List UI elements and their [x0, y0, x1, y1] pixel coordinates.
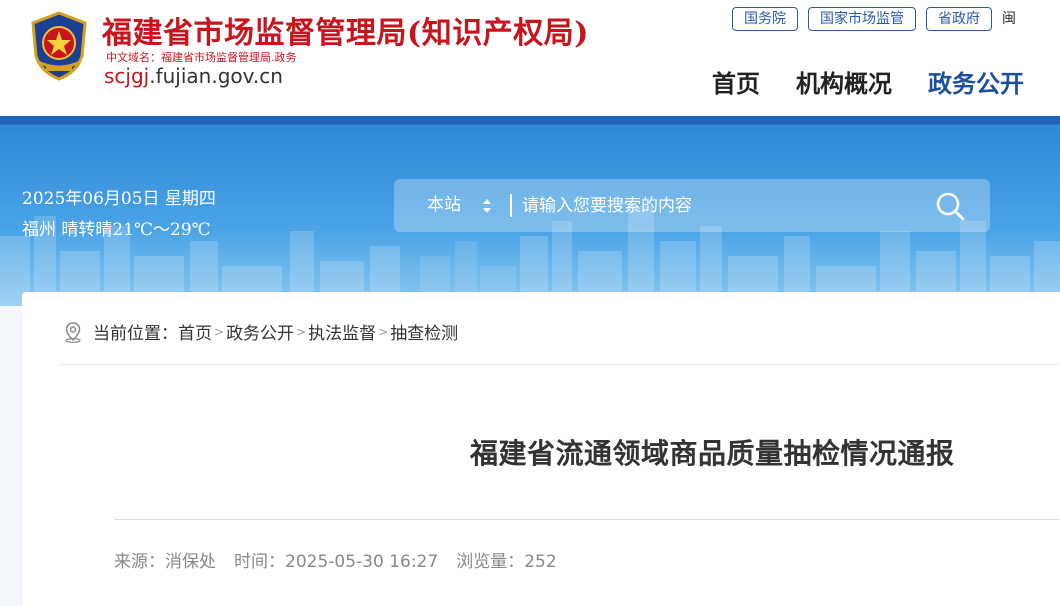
chinese-domain-label: 中文域名：福建省市场监督管理局.政务	[106, 51, 297, 64]
breadcrumb-home[interactable]: 首页	[178, 319, 212, 344]
top-link-state-council[interactable]: 国务院	[732, 7, 798, 31]
main-nav: 首页 机构概况 政务公开	[712, 64, 1024, 99]
site-header: 福建省市场监督管理局(知识产权局) 中文域名：福建省市场监督管理局.政务 scj…	[0, 0, 1060, 116]
article-time: 时间：2025-05-30 16:27	[234, 552, 439, 572]
nav-home[interactable]: 首页	[712, 64, 760, 99]
search-scope-select[interactable]: 本站	[427, 179, 461, 232]
breadcrumb-law-enforcement[interactable]: 执法监督	[308, 319, 376, 344]
breadcrumb-separator: >	[214, 324, 225, 339]
title-divider	[114, 519, 1060, 520]
top-link-provincial-gov[interactable]: 省政府	[926, 7, 992, 31]
site-title: 福建省市场监督管理局(知识产权局)	[102, 16, 589, 51]
banner: 2025年06月05日 星期四 福州 晴转晴21℃～29℃ 本站	[0, 116, 1060, 306]
top-links: 国务院 国家市场监管 省政府 闽	[732, 7, 1016, 31]
nav-government-affairs[interactable]: 政务公开	[928, 64, 1024, 99]
breadcrumb-government-affairs[interactable]: 政务公开	[226, 319, 294, 344]
breadcrumb-separator: >	[296, 324, 307, 339]
national-emblem-logo	[31, 11, 87, 81]
breadcrumb-divider	[58, 364, 1060, 365]
article-card: 当前位置： 首页 > 政务公开 > 执法监督 > 抽查检测 福建省流通领域商品质…	[22, 292, 1060, 606]
search-icon[interactable]	[934, 190, 966, 222]
article-meta: 来源：消保处 时间：2025-05-30 16:27 浏览量：252	[114, 547, 557, 572]
weather-info: 福州 晴转晴21℃～29℃	[22, 220, 211, 240]
breadcrumb-label: 当前位置：	[93, 324, 178, 344]
site-domain: scjgj.fujian.gov.cn	[104, 64, 283, 88]
breadcrumb-spot-check[interactable]: 抽查检测	[390, 319, 458, 344]
search-bar: 本站	[394, 179, 990, 232]
article-views: 浏览量：252	[456, 552, 557, 572]
article-title: 福建省流通领域商品质量抽检情况通报	[470, 437, 955, 470]
up-down-arrows-icon[interactable]	[482, 198, 492, 214]
top-link-samr[interactable]: 国家市场监管	[808, 7, 916, 31]
search-divider	[510, 194, 512, 217]
breadcrumb: 当前位置： 首页 > 政务公开 > 执法监督 > 抽查检测	[62, 319, 458, 344]
top-link-extra[interactable]: 闽	[1002, 7, 1016, 31]
search-input[interactable]	[522, 189, 922, 222]
breadcrumb-separator: >	[378, 324, 389, 339]
domain-highlight: scjgj	[104, 64, 150, 88]
domain-rest: .fujian.gov.cn	[149, 64, 283, 88]
article-source: 来源：消保处	[114, 552, 216, 572]
nav-organization[interactable]: 机构概况	[796, 64, 892, 99]
location-pin-icon	[65, 321, 81, 343]
current-date: 2025年06月05日 星期四	[22, 189, 216, 209]
